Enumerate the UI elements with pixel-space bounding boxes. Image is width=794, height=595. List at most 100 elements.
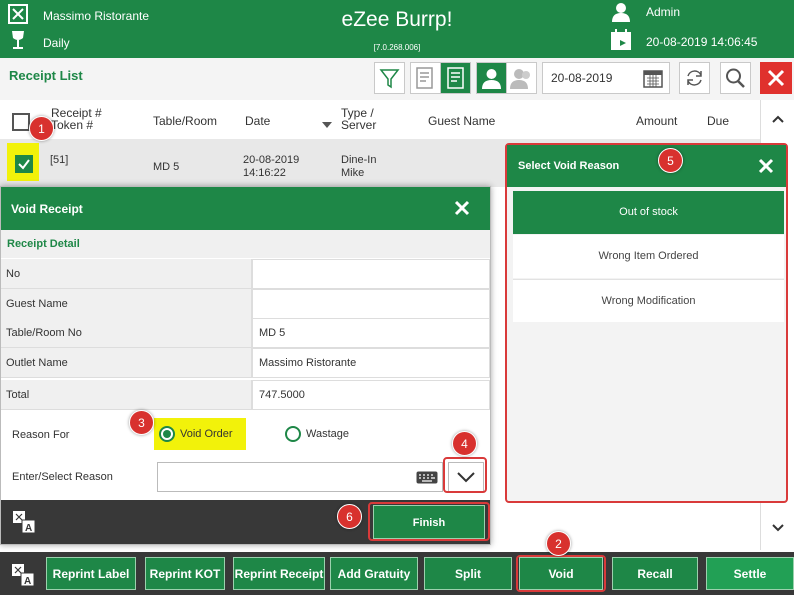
void-reason-title: Select Void Reason [518, 160, 620, 172]
date-picker-field[interactable]: 20-08-2019 [542, 62, 670, 94]
void-reason-option[interactable]: Wrong Item Ordered [513, 235, 784, 278]
field-row: Outlet Name Massimo Ristorante [1, 348, 490, 378]
reprint-label-button[interactable]: Reprint Label [46, 557, 136, 590]
keyboard-icon[interactable] [416, 471, 438, 487]
col-type-server[interactable]: Type / Server [341, 107, 376, 131]
dialog-title: Void Receipt [11, 202, 83, 216]
search-icon [726, 68, 745, 88]
field-value: Massimo Ristorante [252, 348, 490, 378]
col-amount[interactable]: Amount [636, 114, 677, 128]
field-value [252, 259, 490, 289]
split-button[interactable]: Split [424, 557, 512, 590]
row-date: 20-08-2019 14:16:22 [243, 154, 299, 180]
dialog-header: Void Receipt [1, 187, 490, 230]
void-reason-panel: Select Void Reason Out of stock Wrong It… [505, 143, 788, 503]
col-type-line2: Server [341, 118, 377, 132]
void-reason-option[interactable]: Out of stock [513, 191, 784, 234]
field-value: 747.5000 [252, 380, 490, 410]
dropdown-highlight [443, 457, 487, 493]
filter-button[interactable] [374, 62, 405, 94]
refresh-icon [687, 70, 702, 86]
user-icon [612, 2, 630, 25]
field-label: Table/Room No [1, 318, 252, 348]
calendar-icon[interactable] [643, 68, 663, 91]
finish-highlight [368, 502, 490, 541]
radio-dot [163, 430, 171, 438]
step-badge: 5 [658, 148, 683, 173]
reprint-receipt-button[interactable]: Reprint Receipt [233, 557, 325, 590]
void-order-label[interactable]: Void Order [180, 428, 233, 440]
row-receipt: [51] [50, 154, 69, 166]
void-receipt-dialog: Void Receipt Receipt Detail No Guest Nam… [0, 186, 491, 545]
my-orders-button[interactable] [476, 62, 507, 94]
void-reason-option[interactable]: Wrong Modification [513, 279, 784, 322]
field-row: Total 747.5000 [1, 380, 490, 410]
detail-view-button[interactable] [440, 62, 471, 94]
refresh-button[interactable] [679, 62, 710, 94]
step-badge: 3 [129, 410, 154, 435]
row-type-line1: Dine-In [341, 154, 377, 166]
field-label: No [1, 259, 252, 289]
document-list-icon [447, 67, 464, 89]
translate-icon[interactable]: A [12, 510, 36, 537]
select-all-checkbox[interactable] [12, 113, 30, 131]
scroll-up-icon[interactable] [772, 112, 784, 126]
field-value [252, 289, 490, 319]
top-bar: Massimo Ristorante Daily eZee Burrp! [7.… [0, 0, 794, 58]
users-icon [510, 69, 530, 89]
current-datetime: 20-08-2019 14:06:45 [646, 35, 758, 49]
col-receipt-line2: Token # [51, 118, 94, 132]
field-value: MD 5 [252, 318, 490, 348]
void-reason-close-icon[interactable] [758, 158, 774, 177]
receipt-view-button[interactable] [410, 62, 441, 94]
settle-button[interactable]: Settle [706, 557, 794, 590]
void-button-highlight [516, 555, 606, 592]
void-order-radio[interactable] [159, 426, 175, 442]
section-title: Receipt Detail [1, 230, 490, 258]
row-table: MD 5 [153, 161, 180, 173]
field-label: Guest Name [1, 289, 252, 319]
calendar-icon [610, 29, 632, 54]
step-badge: 4 [452, 431, 477, 456]
wastage-radio[interactable] [285, 426, 301, 442]
field-row: Table/Room No MD 5 [1, 318, 490, 348]
wastage-label[interactable]: Wastage [306, 428, 349, 440]
recall-button[interactable]: Recall [612, 557, 698, 590]
search-button[interactable] [720, 62, 751, 94]
reason-input[interactable] [157, 462, 443, 492]
close-icon [767, 69, 785, 87]
translate-icon[interactable]: A [11, 563, 35, 590]
user-icon [482, 69, 501, 89]
field-label: Outlet Name [1, 348, 252, 378]
sort-down-icon [322, 117, 332, 131]
col-due[interactable]: Due [707, 114, 729, 128]
close-button[interactable] [760, 62, 792, 94]
row-date-line2: 14:16:22 [243, 167, 286, 179]
col-receipt[interactable]: Receipt # Token # [51, 107, 102, 131]
void-reason-header: Select Void Reason [507, 145, 786, 187]
step-badge: 1 [29, 116, 54, 141]
row-type-line2: Mike [341, 167, 365, 179]
scroll-down-icon[interactable] [772, 521, 784, 535]
field-row: No [1, 259, 490, 289]
svg-text:A: A [24, 576, 31, 587]
row-checkbox[interactable] [15, 155, 33, 173]
field-row: Guest Name [1, 289, 490, 319]
col-guest-name[interactable]: Guest Name [428, 114, 495, 128]
step-badge: 6 [337, 504, 362, 529]
checkmark-icon [18, 159, 30, 170]
reprint-kot-button[interactable]: Reprint KOT [145, 557, 225, 590]
dialog-close-icon[interactable] [453, 199, 471, 220]
step-badge: 2 [546, 531, 571, 556]
all-users-button[interactable] [506, 62, 537, 94]
receipt-list-icon [416, 67, 433, 89]
date-value: 20-08-2019 [551, 71, 613, 85]
col-table-room[interactable]: Table/Room [153, 114, 217, 128]
add-gratuity-button[interactable]: Add Gratuity [330, 557, 418, 590]
row-date-line1: 20-08-2019 [243, 154, 300, 166]
svg-text:A: A [25, 523, 32, 534]
row-type: Dine-In Mike [341, 154, 376, 180]
user-name: Admin [646, 5, 681, 19]
col-date[interactable]: Date [245, 114, 270, 128]
filter-icon [379, 69, 400, 89]
